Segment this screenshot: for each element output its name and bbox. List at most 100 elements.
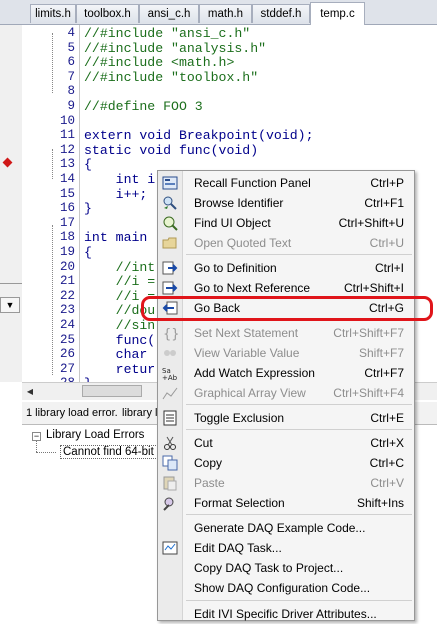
menu-item-open-quoted-text[interactable]: Open Quoted Text Ctrl+U xyxy=(158,233,414,253)
menu-item-label: Go to Definition xyxy=(194,261,277,275)
tree-root-item[interactable]: Library Load Errors xyxy=(46,429,144,441)
menu-item-label: Copy DAQ Task to Project... xyxy=(194,561,344,575)
collapse-icon[interactable]: − xyxy=(32,432,41,441)
code-line[interactable]: //i = xyxy=(84,274,156,289)
line-number: 23 xyxy=(59,303,75,318)
menu-item-cut[interactable]: Cut Ctrl+X xyxy=(158,433,414,453)
menu-item-set-next-statement[interactable]: {} Set Next Statement Ctrl+Shift+F7 xyxy=(158,323,414,343)
splitter-line xyxy=(0,283,22,284)
tab-toolbox-h[interactable]: toolbox.h xyxy=(76,4,139,23)
menu-item-paste[interactable]: Paste Ctrl+V xyxy=(158,473,414,493)
scroll-left-icon[interactable]: ◀ xyxy=(24,386,36,398)
menu-item-add-watch-expression[interactable]: Sa +Ab Add Watch Expression Ctrl+F7 xyxy=(158,363,414,383)
breakpoint-marker[interactable] xyxy=(2,157,13,168)
code-line[interactable]: //sin xyxy=(84,318,156,333)
menu-item-copy-daq-task-to-project[interactable]: Copy DAQ Task to Project... xyxy=(158,558,414,578)
tab-stddef-h[interactable]: stddef.h xyxy=(252,4,310,23)
menu-item-label: Toggle Exclusion xyxy=(194,411,285,425)
code-line[interactable]: extern void Breakpoint(void); xyxy=(84,128,314,143)
tree-line xyxy=(36,441,37,452)
code-line[interactable]: //#include "toolbox.h" xyxy=(84,70,258,85)
menu-item-label: Go to Next Reference xyxy=(194,281,311,295)
menu-item-label: Cut xyxy=(194,436,213,450)
line-number: 7 xyxy=(67,69,75,84)
code-line[interactable]: int main xyxy=(84,230,147,245)
line-number: 20 xyxy=(59,259,75,274)
context-menu: Recall Function Panel Ctrl+P Browse Identi… xyxy=(157,170,415,621)
menu-item-view-variable-value[interactable]: View Variable Value Shift+F7 xyxy=(158,343,414,363)
menu-item-toggle-exclusion[interactable]: Toggle Exclusion Ctrl+E xyxy=(158,408,414,428)
code-line[interactable]: //#include "analysis.h" xyxy=(84,41,266,56)
menu-separator xyxy=(186,514,412,515)
menu-item-go-to-next-reference[interactable]: Go to Next Reference Ctrl+Shift+I xyxy=(158,278,414,298)
code-line[interactable]: } xyxy=(84,201,92,216)
menu-item-label: View Variable Value xyxy=(194,346,300,360)
menu-item-label: Find UI Object xyxy=(194,216,271,230)
next-statement-icon: {} xyxy=(162,325,180,342)
line-number: 21 xyxy=(59,274,75,289)
code-line[interactable]: { xyxy=(84,245,92,260)
code-line[interactable]: { xyxy=(84,157,92,172)
menu-item-label: Graphical Array View xyxy=(194,386,306,400)
breakpoint-margin[interactable] xyxy=(0,25,23,382)
scrollbar-thumb[interactable] xyxy=(82,385,142,397)
code-line[interactable]: retur xyxy=(84,362,156,377)
code-line[interactable]: char xyxy=(84,347,148,362)
menu-item-label: Paste xyxy=(194,476,225,490)
menu-item-show-daq-configuration-code[interactable]: Show DAQ Configuration Code... xyxy=(158,578,414,598)
menu-item-generate-daq-example-code[interactable]: Generate DAQ Example Code... xyxy=(158,518,414,538)
tab-math-h[interactable]: math.h xyxy=(199,4,252,23)
menu-item-graphical-array-view[interactable]: Graphical Array View Ctrl+Shift+F4 xyxy=(158,383,414,403)
collapse-arrow-icon[interactable]: ▼ xyxy=(0,297,20,313)
menu-item-find-ui-object[interactable]: Find UI Object Ctrl+Shift+U xyxy=(158,213,414,233)
goto-definition-icon xyxy=(162,260,178,276)
code-line[interactable]: //#include <math.h> xyxy=(84,55,234,70)
browse-identifier-icon xyxy=(162,195,178,211)
watch-expression-icon: Sa +Ab xyxy=(162,365,178,382)
code-line[interactable]: static void func(void) xyxy=(84,143,258,158)
line-number: 10 xyxy=(59,113,75,128)
line-number: 5 xyxy=(67,40,75,55)
menu-item-shortcut: Shift+Ins xyxy=(356,496,404,510)
menu-item-shortcut: Ctrl+X xyxy=(370,436,404,450)
code-line[interactable]: //#define FOO 3 xyxy=(84,99,203,114)
menu-item-shortcut: Ctrl+Shift+F4 xyxy=(333,386,404,400)
menu-item-edit-ivi-specific-driver-attributes[interactable]: Edit IVI Specific Driver Attributes... xyxy=(158,604,414,624)
menu-item-label: Browse Identifier xyxy=(194,196,284,210)
code-line[interactable]: //#include "ansi_c.h" xyxy=(84,26,250,41)
line-number: 12 xyxy=(59,142,75,157)
menu-item-shortcut: Ctrl+C xyxy=(369,456,404,470)
function-panel-icon xyxy=(162,175,178,191)
tree-child-item[interactable]: Cannot find 64-bit pr xyxy=(60,445,171,459)
line-number: 15 xyxy=(59,186,75,201)
toggle-exclusion-icon xyxy=(162,410,178,426)
menu-item-edit-daq-task[interactable]: Edit DAQ Task... xyxy=(158,538,414,558)
menu-item-shortcut: Ctrl+I xyxy=(374,261,404,275)
menu-separator xyxy=(186,254,412,255)
cut-icon xyxy=(162,435,178,451)
tab-label: temp.c xyxy=(320,8,355,20)
menu-item-shortcut: Ctrl+Shift+I xyxy=(343,281,404,295)
code-line[interactable]: //int xyxy=(84,260,156,275)
fold-guide xyxy=(52,33,53,93)
menu-item-recall-function-panel[interactable]: Recall Function Panel Ctrl+P xyxy=(158,173,414,193)
svg-text:+Ab: +Ab xyxy=(162,374,178,381)
menu-item-browse-identifier[interactable]: Browse Identifier Ctrl+F1 xyxy=(158,193,414,213)
code-line[interactable]: func( xyxy=(84,333,156,348)
menu-item-format-selection[interactable]: Format Selection Shift+Ins xyxy=(158,493,414,513)
line-number: 27 xyxy=(59,361,75,376)
menu-separator xyxy=(186,404,412,405)
line-number: 11 xyxy=(59,128,75,143)
fold-guide xyxy=(52,225,53,375)
tab-limits-h[interactable]: limits.h xyxy=(30,4,76,23)
code-line[interactable]: i++; xyxy=(84,187,148,202)
line-number: 13 xyxy=(59,157,75,172)
menu-item-label: Edit IVI Specific Driver Attributes... xyxy=(194,607,377,621)
menu-item-copy[interactable]: Copy Ctrl+C xyxy=(158,453,414,473)
file-tab-bar: limits.h toolbox.h ansi_c.h math.h stdde… xyxy=(0,0,437,25)
tab-temp-c[interactable]: temp.c xyxy=(310,2,365,25)
menu-item-go-to-definition[interactable]: Go to Definition Ctrl+I xyxy=(158,258,414,278)
menu-item-label: Edit DAQ Task... xyxy=(194,541,282,555)
menu-item-label: Format Selection xyxy=(194,496,285,510)
tab-ansi-c-h[interactable]: ansi_c.h xyxy=(139,4,199,23)
